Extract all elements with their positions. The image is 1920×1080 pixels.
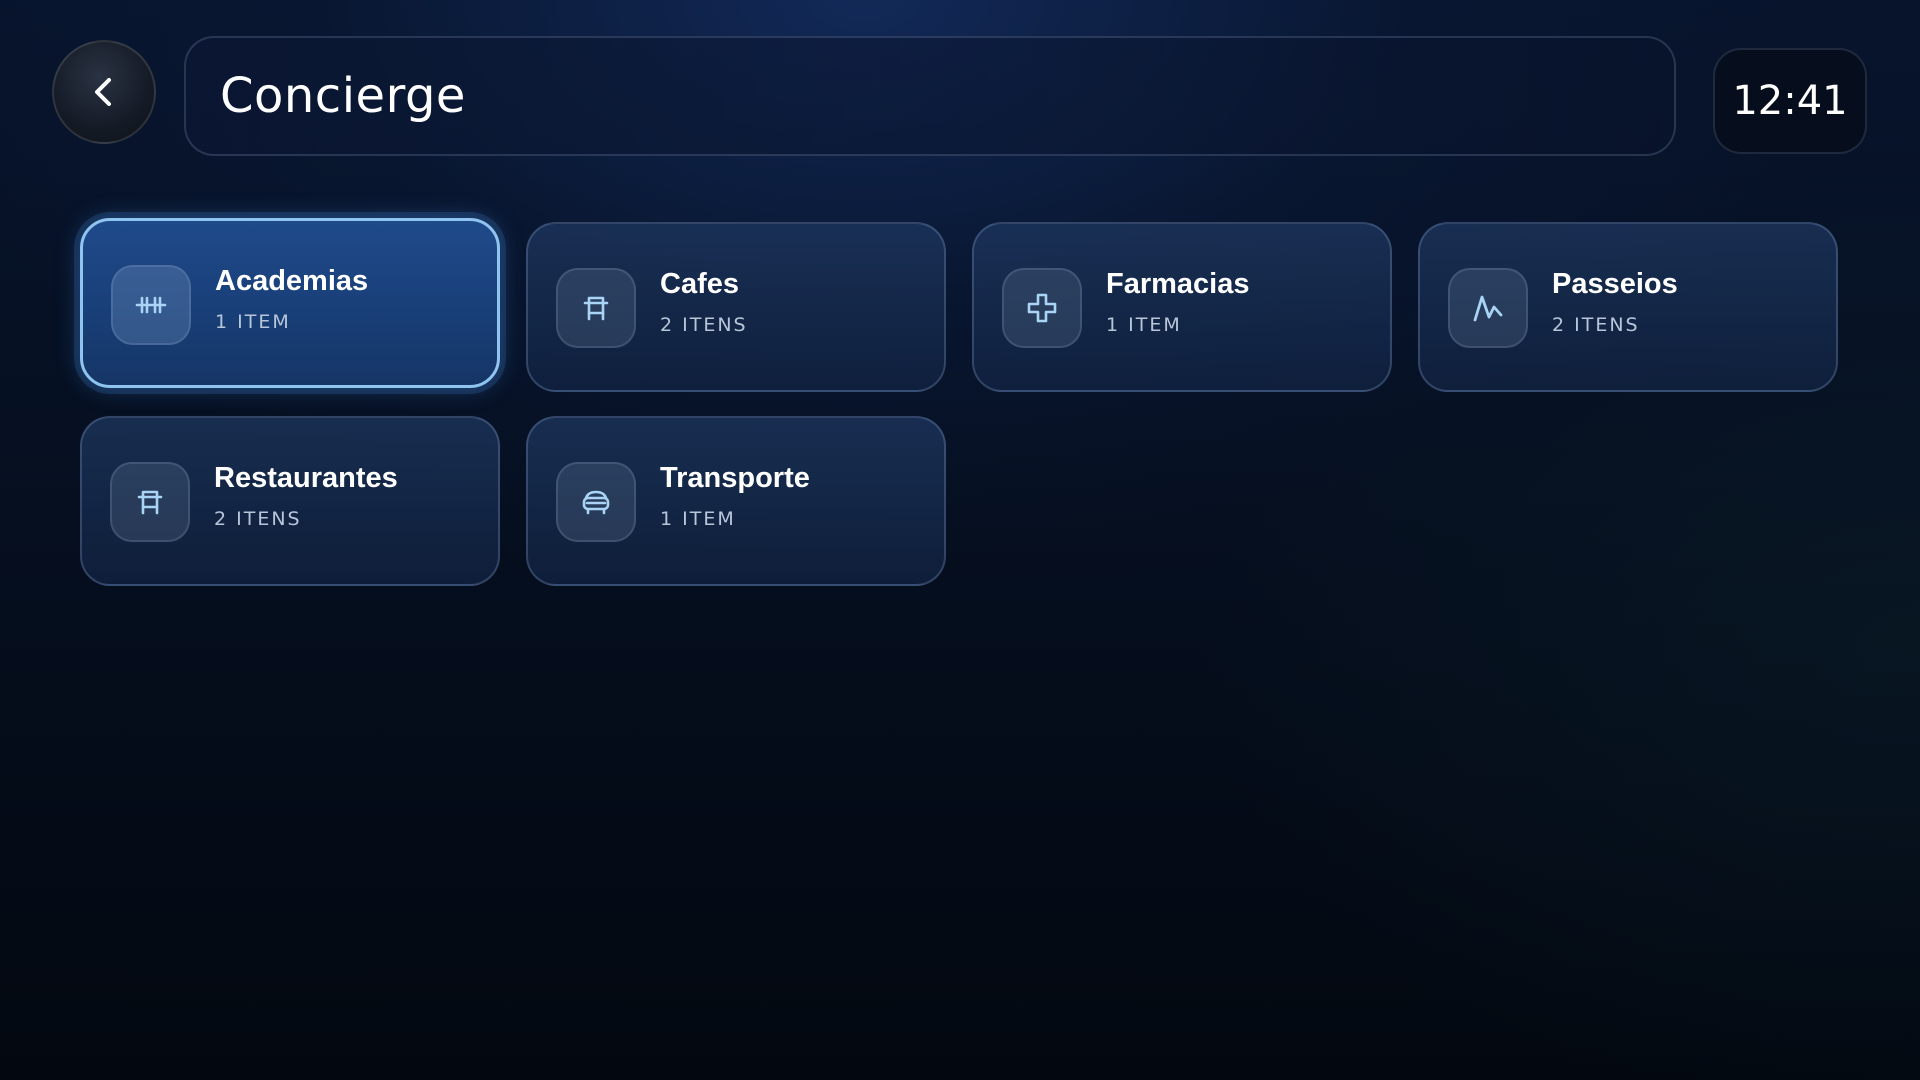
category-card-restaurantes[interactable]: Restaurantes 2 ITENS [80,416,500,586]
hiking-icon [1473,295,1503,322]
clock-time: 12:41 [1732,78,1848,124]
category-card-cafes[interactable]: Cafes 2 ITENS [526,222,946,392]
title-bar: Concierge [184,36,1676,156]
category-label: Transporte [660,462,810,494]
category-icon-box [1448,268,1528,348]
category-icon-box [556,462,636,542]
table-icon [137,490,163,515]
category-label: Cafes [660,268,739,300]
category-label: Passeios [1552,268,1678,300]
back-button[interactable] [52,40,156,144]
category-count: 1 ITEM [215,311,291,333]
category-icon-box [1002,268,1082,348]
category-card-academias[interactable]: Academias 1 ITEM [80,218,500,388]
chevron-left-icon [95,78,111,106]
category-card-transporte[interactable]: Transporte 1 ITEM [526,416,946,586]
category-icon-box [110,462,190,542]
medical-cross-icon [1027,293,1057,323]
table-icon [583,296,609,321]
category-count: 2 ITENS [660,314,748,336]
category-count: 1 ITEM [1106,314,1182,336]
clock: 12:41 [1713,48,1867,154]
car-icon [582,490,610,515]
category-icon-box [556,268,636,348]
category-count: 1 ITEM [660,508,736,530]
dumbbell-icon [135,296,167,314]
category-count: 2 ITENS [214,508,302,530]
category-label: Restaurantes [214,462,398,494]
category-label: Farmacias [1106,268,1250,300]
page-title: Concierge [220,68,466,124]
category-label: Academias [215,265,369,297]
category-count: 2 ITENS [1552,314,1640,336]
category-icon-box [111,265,191,345]
category-card-farmacias[interactable]: Farmacias 1 ITEM [972,222,1392,392]
category-card-passeios[interactable]: Passeios 2 ITENS [1418,222,1838,392]
